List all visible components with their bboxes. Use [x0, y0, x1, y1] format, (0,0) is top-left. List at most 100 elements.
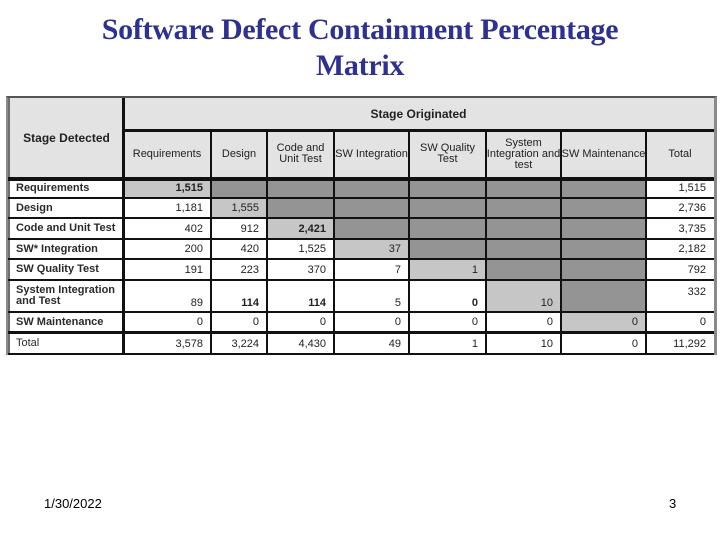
column-header: SW Quality Test: [409, 130, 486, 178]
matrix-cell: 7: [334, 259, 409, 280]
divider: [8, 353, 714, 355]
row-label: System Integration and Test: [10, 280, 123, 312]
matrix-cell: 1,515: [123, 178, 211, 198]
row-label: Requirements: [10, 178, 123, 198]
not-applicable-cell: [486, 178, 561, 198]
matrix-cell: 4,430: [267, 332, 334, 355]
matrix-cell: 0: [646, 312, 714, 332]
matrix-cell: 912: [211, 218, 267, 239]
matrix-cell: 1,555: [211, 198, 267, 218]
row-label: Design: [10, 198, 123, 218]
matrix-cell: 1: [409, 259, 486, 280]
matrix-cell: 3,735: [646, 218, 714, 239]
divider: [266, 130, 268, 355]
matrix-cell: 3,224: [211, 332, 267, 355]
row-label: SW* Integration: [10, 239, 123, 259]
footer-date: 1/30/2022: [44, 496, 102, 511]
matrix-cell: 0: [334, 312, 409, 332]
not-applicable-cell: [211, 178, 267, 198]
defect-containment-matrix: Stage Detected Stage Originated Requiremen…: [6, 96, 717, 355]
divider: [8, 258, 714, 260]
matrix-cell: 1: [409, 332, 486, 355]
column-header: SW Integration: [334, 130, 409, 178]
row-label: SW Maintenance: [10, 312, 123, 332]
matrix-cell: 332: [646, 280, 714, 312]
not-applicable-cell: [561, 218, 646, 239]
matrix-cell: 0: [211, 312, 267, 332]
matrix-grid: Stage Detected Stage Originated Requiremen…: [8, 98, 714, 355]
not-applicable-cell: [334, 198, 409, 218]
matrix-cell: 0: [123, 312, 211, 332]
matrix-cell: 0: [561, 332, 646, 355]
row-label: SW Quality Test: [10, 259, 123, 280]
not-applicable-cell: [267, 178, 334, 198]
stage-originated-header: Stage Originated: [123, 98, 714, 130]
matrix-cell: 792: [646, 259, 714, 280]
column-header: Design: [211, 130, 267, 178]
not-applicable-cell: [486, 198, 561, 218]
matrix-cell: 10: [486, 280, 561, 312]
not-applicable-cell: [409, 178, 486, 198]
divider: [123, 129, 714, 132]
not-applicable-cell: [409, 218, 486, 239]
column-header: Requirements: [123, 130, 211, 178]
matrix-cell: 0: [409, 312, 486, 332]
matrix-cell: 191: [123, 259, 211, 280]
column-header: Total: [646, 130, 714, 178]
matrix-cell: 200: [123, 239, 211, 259]
not-applicable-cell: [486, 239, 561, 259]
matrix-cell: 114: [211, 280, 267, 312]
divider: [485, 130, 487, 355]
not-applicable-cell: [334, 178, 409, 198]
divider: [8, 311, 714, 313]
divider: [645, 130, 647, 355]
matrix-cell: 49: [334, 332, 409, 355]
not-applicable-cell: [409, 198, 486, 218]
matrix-cell: 0: [486, 312, 561, 332]
page-number: 3: [669, 496, 677, 511]
not-applicable-cell: [561, 259, 646, 280]
matrix-cell: 0: [267, 312, 334, 332]
divider: [210, 130, 212, 355]
not-applicable-cell: [561, 239, 646, 259]
not-applicable-cell: [561, 178, 646, 198]
not-applicable-cell: [486, 259, 561, 280]
divider: [8, 279, 714, 281]
matrix-cell: 370: [267, 259, 334, 280]
column-header: System Integration and test: [486, 130, 561, 178]
matrix-cell: 1,525: [267, 239, 334, 259]
stage-detected-header: Stage Detected: [10, 98, 123, 178]
matrix-cell: 1,515: [646, 178, 714, 198]
matrix-cell: 0: [561, 312, 646, 332]
row-label: Code and Unit Test: [10, 218, 123, 239]
not-applicable-cell: [409, 239, 486, 259]
divider: [122, 98, 125, 355]
matrix-cell: 89: [123, 280, 211, 312]
matrix-cell: 420: [211, 239, 267, 259]
not-applicable-cell: [334, 218, 409, 239]
matrix-cell: 11,292: [646, 332, 714, 355]
divider: [8, 331, 714, 334]
matrix-cell: 2,421: [267, 218, 334, 239]
matrix-cell: 2,736: [646, 198, 714, 218]
matrix-cell: 114: [267, 280, 334, 312]
divider: [8, 238, 714, 240]
matrix-cell: 1,181: [123, 198, 211, 218]
column-header: Code and Unit Test: [267, 130, 334, 178]
divider: [333, 130, 335, 355]
not-applicable-cell: [267, 198, 334, 218]
divider: [8, 217, 714, 219]
not-applicable-cell: [486, 218, 561, 239]
not-applicable-cell: [561, 280, 646, 312]
matrix-cell: 10: [486, 332, 561, 355]
matrix-cell: 2,182: [646, 239, 714, 259]
matrix-cell: 37: [334, 239, 409, 259]
matrix-cell: 5: [334, 280, 409, 312]
divider: [8, 197, 714, 199]
column-header: SW Maintenance: [561, 130, 646, 178]
matrix-cell: 0: [409, 280, 486, 312]
row-label: Total: [10, 332, 123, 355]
matrix-cell: 223: [211, 259, 267, 280]
divider: [408, 130, 410, 355]
title-line-1: Software Defect Containment Percentage: [101, 13, 619, 46]
